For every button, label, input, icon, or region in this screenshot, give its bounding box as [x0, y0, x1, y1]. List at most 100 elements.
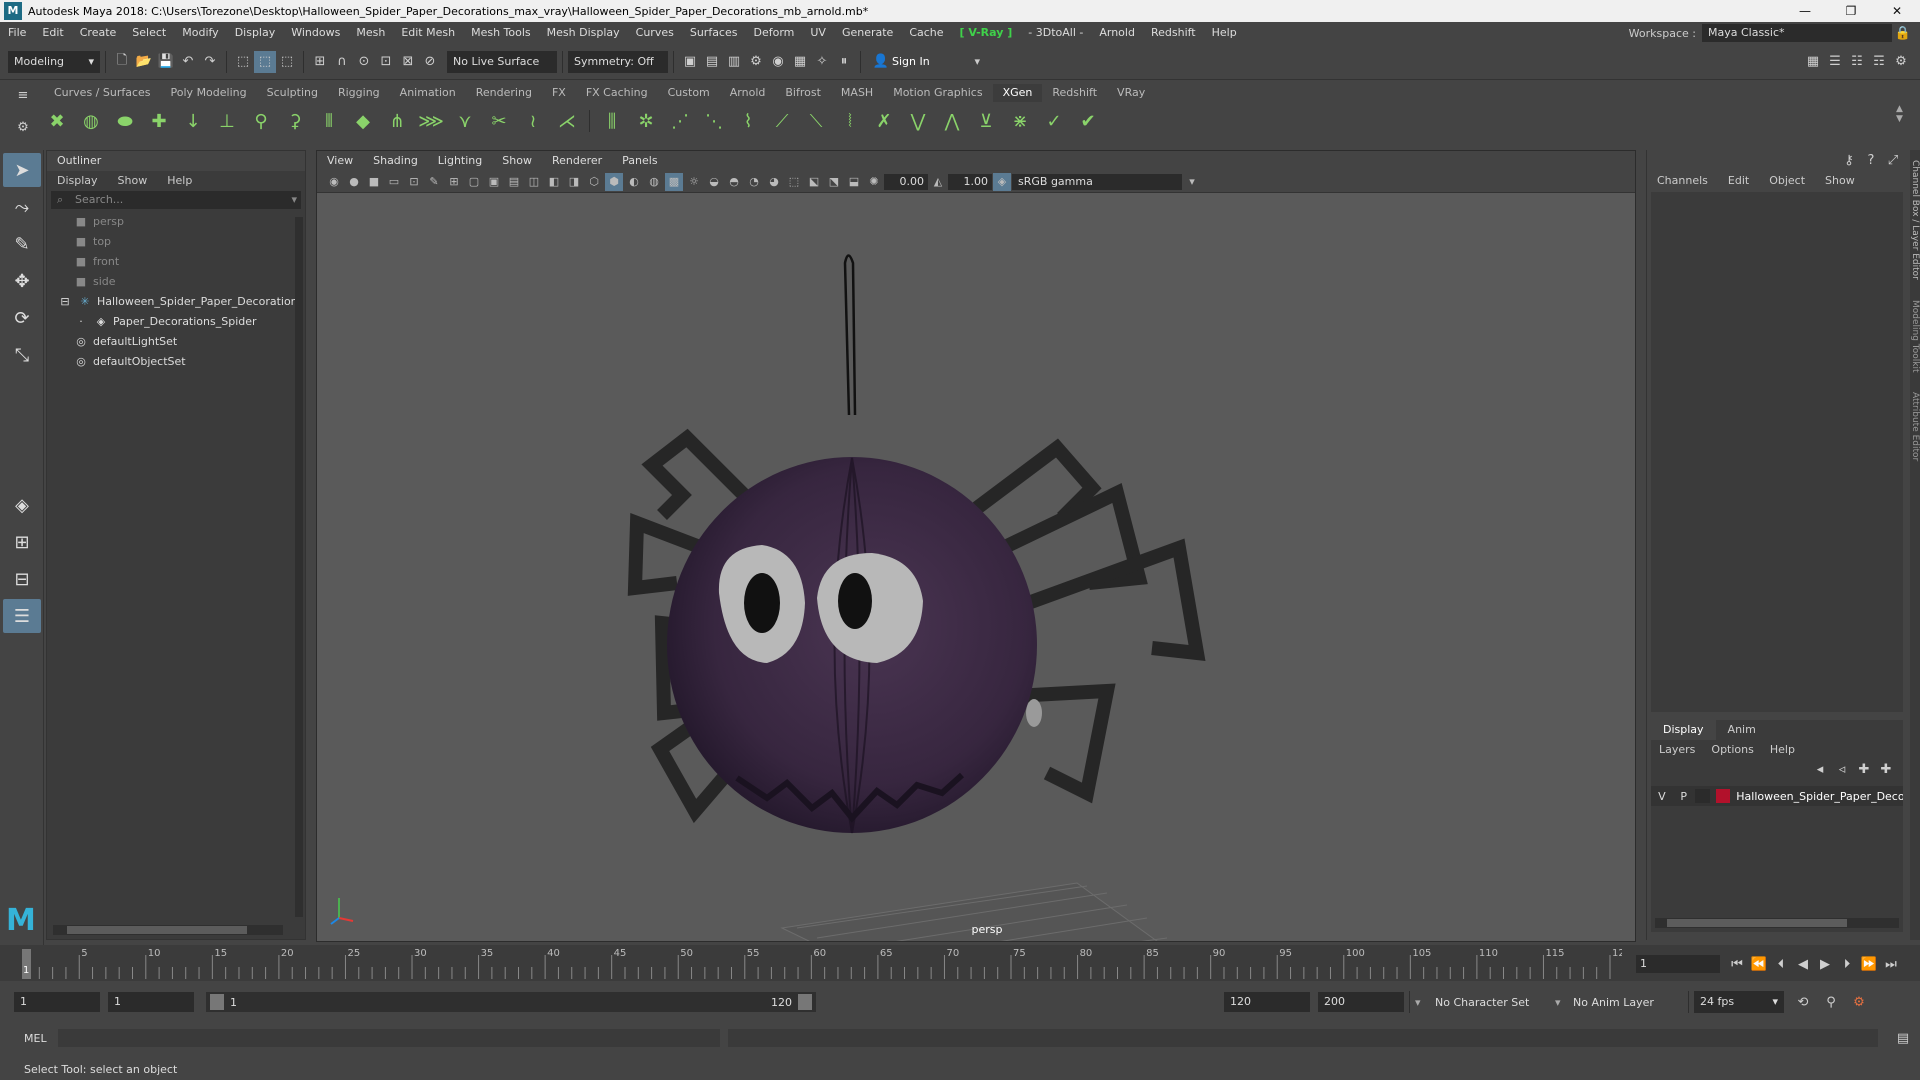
go-to-end-icon[interactable]: ⏭: [1880, 953, 1902, 975]
shelf-tab-motion-graphics[interactable]: Motion Graphics: [883, 84, 992, 102]
field-chart-icon[interactable]: ◫: [525, 173, 543, 191]
outliner-menu-display[interactable]: Display: [47, 174, 108, 187]
menu-mesh-display[interactable]: Mesh Display: [539, 22, 628, 44]
modeling-toolkit-icon[interactable]: ▦: [1802, 51, 1824, 73]
wireframe-on-shaded-icon[interactable]: ◍: [645, 173, 663, 191]
xgen-create-description-icon[interactable]: ◍: [74, 104, 108, 138]
shadows-icon[interactable]: ◒: [705, 173, 723, 191]
shelf-scroll[interactable]: ▲ ▼: [1896, 104, 1906, 138]
snap-live-icon[interactable]: ⊘: [419, 51, 441, 73]
menu-edit[interactable]: Edit: [34, 22, 71, 44]
xgen-sculpt-guide-icon[interactable]: ⊥: [210, 104, 244, 138]
use-default-material-icon[interactable]: ◐: [625, 173, 643, 191]
shelf-tab-redshift[interactable]: Redshift: [1042, 84, 1107, 102]
shelf-settings-icon[interactable]: ⚙: [12, 116, 34, 138]
xgen-add-guide-icon[interactable]: ✚: [142, 104, 176, 138]
loop-icon[interactable]: ⟲: [1792, 991, 1814, 1013]
xgen-noise-icon[interactable]: ⌇: [731, 104, 765, 138]
textured-icon[interactable]: ▩: [665, 172, 683, 191]
chevron-down-icon[interactable]: ▾: [1415, 996, 1435, 1009]
menu-generate[interactable]: Generate: [834, 22, 901, 44]
two-view-layout-icon[interactable]: ⊟: [3, 562, 41, 596]
xgen-cache-icon[interactable]: ✔: [1071, 104, 1105, 138]
layer-color-swatch[interactable]: [1716, 789, 1731, 803]
move-tool-icon[interactable]: ✥: [3, 264, 41, 298]
layer-playback-toggle[interactable]: P: [1673, 790, 1695, 803]
select-hierarchy-icon[interactable]: ⬚: [232, 51, 254, 73]
help-icon[interactable]: ?: [1860, 149, 1882, 171]
symmetry-dropdown[interactable]: Symmetry: Off: [568, 50, 668, 73]
safe-title-icon[interactable]: ◨: [565, 173, 583, 191]
grid-icon[interactable]: ⊞: [445, 173, 463, 191]
select-object-icon[interactable]: ⬚: [254, 50, 276, 73]
layer-tab-anim[interactable]: Anim: [1716, 720, 1768, 740]
chevron-down-icon[interactable]: ▾: [291, 191, 297, 209]
outliner-horizontal-scrollbar[interactable]: [53, 925, 283, 935]
shelf-tab-fx[interactable]: FX: [542, 84, 576, 102]
2d-pan-zoom-icon[interactable]: ⊡: [405, 173, 423, 191]
side-tab-attribute-editor[interactable]: Attribute Editor: [1910, 392, 1920, 461]
menu-surfaces[interactable]: Surfaces: [682, 22, 746, 44]
xgen-interactive-groom-icon[interactable]: ◆: [346, 104, 380, 138]
layer-tab-display[interactable]: Display: [1651, 720, 1716, 740]
xgen-pinch-icon[interactable]: ⟍: [799, 104, 833, 138]
viewport-menu-view[interactable]: View: [317, 151, 363, 171]
preferences-icon[interactable]: ⚙: [1848, 991, 1870, 1013]
xgen-curl-icon[interactable]: ⦚: [833, 104, 867, 138]
outliner-search-input[interactable]: ⌕ Search... ▾: [51, 191, 301, 209]
tool-settings-icon[interactable]: ☷: [1846, 51, 1868, 73]
lasso-tool-icon[interactable]: ⤳: [3, 190, 41, 224]
layer-scrollbar[interactable]: [1655, 918, 1899, 928]
smooth-shade-icon[interactable]: ⬢: [605, 172, 623, 191]
playback-end-field[interactable]: 120: [1224, 992, 1310, 1012]
rotate-tool-icon[interactable]: ⟳: [3, 301, 41, 335]
channel-box-icon[interactable]: ☶: [1868, 51, 1890, 73]
new-layer-selected-icon[interactable]: ✚: [1875, 758, 1897, 780]
render-view-icon[interactable]: ▣: [679, 51, 701, 73]
select-camera-icon[interactable]: ◉: [325, 173, 343, 191]
start-time-field[interactable]: 1: [14, 992, 100, 1012]
mel-label[interactable]: MEL: [0, 1032, 56, 1045]
pause-icon[interactable]: ⏸: [833, 51, 855, 73]
xgen-cut-icon[interactable]: ✂: [482, 104, 516, 138]
xgen-groom-icon[interactable]: ⬬: [108, 104, 142, 138]
gate-mask-icon[interactable]: ▤: [505, 173, 523, 191]
current-frame-field[interactable]: 1: [1636, 955, 1720, 973]
shelf-tab-rigging[interactable]: Rigging: [328, 84, 390, 102]
xgen-select-icon[interactable]: ✓: [1037, 104, 1071, 138]
scale-tool-icon[interactable]: ⤡: [3, 338, 41, 372]
single-view-layout-icon[interactable]: ◈: [3, 488, 41, 522]
menu-mesh[interactable]: Mesh: [348, 22, 393, 44]
new-scene-icon[interactable]: 🗋: [111, 51, 133, 73]
shelf-tab-custom[interactable]: Custom: [658, 84, 720, 102]
playback-start-field[interactable]: 1: [108, 992, 194, 1012]
shelf-tab-rendering[interactable]: Rendering: [466, 84, 542, 102]
mode-dropdown[interactable]: Modeling ▾: [8, 50, 100, 73]
end-time-field[interactable]: 200: [1318, 992, 1404, 1012]
menu-3dtoall[interactable]: - 3DtoAll -: [1020, 22, 1091, 44]
layer-visibility-toggle[interactable]: V: [1651, 790, 1673, 803]
xgen-splines-icon[interactable]: ⋔: [380, 104, 414, 138]
gamma-icon[interactable]: ◭: [929, 173, 947, 191]
redo-icon[interactable]: ↷: [199, 51, 221, 73]
outliner-toggle-icon[interactable]: ⚙: [1890, 51, 1912, 73]
outliner-layout-icon[interactable]: ☰: [3, 599, 41, 633]
xgen-clump-icon[interactable]: ⋰: [663, 104, 697, 138]
anti-aliasing-icon[interactable]: ◕: [765, 173, 783, 191]
viewport-menu-panels[interactable]: Panels: [612, 151, 667, 171]
menu-create[interactable]: Create: [72, 22, 125, 44]
menu-select[interactable]: Select: [124, 22, 174, 44]
close-button[interactable]: ✕: [1874, 0, 1920, 22]
step-forward-frame-icon[interactable]: ⏵: [1836, 953, 1858, 975]
xgen-tangent-icon[interactable]: ⋀: [935, 104, 969, 138]
step-back-key-icon[interactable]: ⏪: [1748, 953, 1770, 975]
viewport-menu-lighting[interactable]: Lighting: [428, 151, 492, 171]
xgen-relax-icon[interactable]: ⋁: [901, 104, 935, 138]
shelf-tab-curves-surfaces[interactable]: Curves / Surfaces: [44, 84, 161, 102]
xgen-smooth-icon[interactable]: ≀: [516, 104, 550, 138]
xgen-width-icon[interactable]: ⊻: [969, 104, 1003, 138]
xgen-cut-brush-icon[interactable]: ✗: [867, 104, 901, 138]
xgen-length-guide-icon[interactable]: ⚳: [278, 104, 312, 138]
menu-vray[interactable]: [ V-Ray ]: [952, 22, 1021, 44]
outliner-item-default-object-set[interactable]: ◎ defaultObjectSet: [73, 351, 305, 371]
